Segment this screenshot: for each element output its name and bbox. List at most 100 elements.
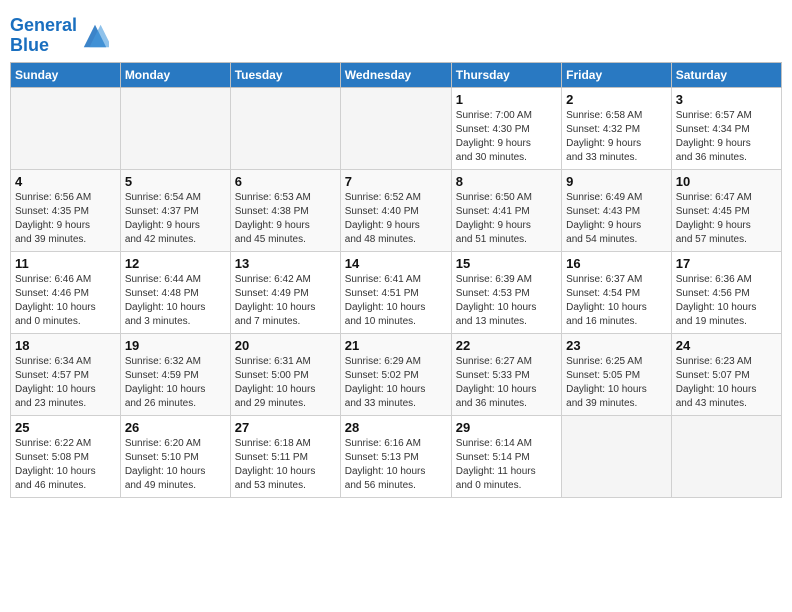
week-row-2: 4 Sunrise: 6:56 AM Sunset: 4:35 PM Daylig… bbox=[11, 169, 782, 251]
calendar-cell: 29Sunrise: 6:14 AM Sunset: 5:14 PM Dayli… bbox=[451, 415, 561, 497]
day-info: Sunrise: 6:20 AM Sunset: 5:10 PM Dayligh… bbox=[125, 437, 226, 493]
day-info: Sunrise: 6:37 AM Sunset: 4:54 PM Dayligh… bbox=[566, 273, 667, 329]
logo-text: GeneralBlue bbox=[10, 16, 77, 56]
day-info: Sunrise: 6:53 AM Sunset: 4:38 PM Dayligh… bbox=[235, 191, 336, 247]
col-header-wednesday: Wednesday bbox=[340, 62, 451, 87]
day-number: 27 bbox=[235, 420, 336, 435]
day-info: Sunrise: 6:50 AM Sunset: 4:41 PM Dayligh… bbox=[456, 191, 557, 247]
day-info: Sunrise: 6:34 AM Sunset: 4:57 PM Dayligh… bbox=[15, 355, 116, 411]
calendar-cell bbox=[11, 87, 121, 169]
day-number: 18 bbox=[15, 338, 116, 353]
calendar-table: SundayMondayTuesdayWednesdayThursdayFrid… bbox=[10, 62, 782, 498]
day-number: 4 bbox=[15, 174, 116, 189]
day-number: 14 bbox=[345, 256, 447, 271]
day-info: Sunrise: 6:27 AM Sunset: 5:33 PM Dayligh… bbox=[456, 355, 557, 411]
day-info: Sunrise: 6:52 AM Sunset: 4:40 PM Dayligh… bbox=[345, 191, 447, 247]
day-info: Sunrise: 6:49 AM Sunset: 4:43 PM Dayligh… bbox=[566, 191, 667, 247]
day-number: 13 bbox=[235, 256, 336, 271]
calendar-cell: 9Sunrise: 6:49 AM Sunset: 4:43 PM Daylig… bbox=[562, 169, 672, 251]
week-row-4: 18 Sunrise: 6:34 AM Sunset: 4:57 PM Dayli… bbox=[11, 333, 782, 415]
day-number: 21 bbox=[345, 338, 447, 353]
calendar-cell: 22 Sunrise: 6:27 AM Sunset: 5:33 PM Dayli… bbox=[451, 333, 561, 415]
day-info: Sunrise: 6:23 AM Sunset: 5:07 PM Dayligh… bbox=[676, 355, 777, 411]
day-info: Sunrise: 6:18 AM Sunset: 5:11 PM Dayligh… bbox=[235, 437, 336, 493]
col-header-tuesday: Tuesday bbox=[230, 62, 340, 87]
col-header-friday: Friday bbox=[562, 62, 672, 87]
day-number: 1 bbox=[456, 92, 557, 107]
calendar-cell: 20 Sunrise: 6:31 AM Sunset: 5:00 PM Dayli… bbox=[230, 333, 340, 415]
day-info: Sunrise: 6:58 AM Sunset: 4:32 PM Dayligh… bbox=[566, 109, 667, 165]
col-header-saturday: Saturday bbox=[671, 62, 781, 87]
col-header-thursday: Thursday bbox=[451, 62, 561, 87]
day-info: Sunrise: 6:54 AM Sunset: 4:37 PM Dayligh… bbox=[125, 191, 226, 247]
col-header-monday: Monday bbox=[120, 62, 230, 87]
calendar-cell: 19 Sunrise: 6:32 AM Sunset: 4:59 PM Dayli… bbox=[120, 333, 230, 415]
day-number: 17 bbox=[676, 256, 777, 271]
day-info: Sunrise: 6:57 AM Sunset: 4:34 PM Dayligh… bbox=[676, 109, 777, 165]
week-row-1: 1 Sunrise: 7:00 AM Sunset: 4:30 PM Daylig… bbox=[11, 87, 782, 169]
calendar-cell: 7 Sunrise: 6:52 AM Sunset: 4:40 PM Daylig… bbox=[340, 169, 451, 251]
day-number: 6 bbox=[235, 174, 336, 189]
day-info: Sunrise: 6:44 AM Sunset: 4:48 PM Dayligh… bbox=[125, 273, 226, 329]
calendar-cell: 26 Sunrise: 6:20 AM Sunset: 5:10 PM Dayli… bbox=[120, 415, 230, 497]
calendar-cell bbox=[671, 415, 781, 497]
week-row-3: 11 Sunrise: 6:46 AM Sunset: 4:46 PM Dayli… bbox=[11, 251, 782, 333]
day-number: 8 bbox=[456, 174, 557, 189]
calendar-cell: 17 Sunrise: 6:36 AM Sunset: 4:56 PM Dayli… bbox=[671, 251, 781, 333]
calendar-cell: 28 Sunrise: 6:16 AM Sunset: 5:13 PM Dayli… bbox=[340, 415, 451, 497]
calendar-cell: 6 Sunrise: 6:53 AM Sunset: 4:38 PM Daylig… bbox=[230, 169, 340, 251]
day-number: 29 bbox=[456, 420, 557, 435]
day-number: 22 bbox=[456, 338, 557, 353]
day-number: 26 bbox=[125, 420, 226, 435]
day-info: Sunrise: 6:31 AM Sunset: 5:00 PM Dayligh… bbox=[235, 355, 336, 411]
day-number: 20 bbox=[235, 338, 336, 353]
day-number: 10 bbox=[676, 174, 777, 189]
logo: GeneralBlue bbox=[10, 16, 109, 56]
calendar-cell bbox=[120, 87, 230, 169]
calendar-cell: 27 Sunrise: 6:18 AM Sunset: 5:11 PM Dayli… bbox=[230, 415, 340, 497]
day-info: Sunrise: 7:00 AM Sunset: 4:30 PM Dayligh… bbox=[456, 109, 557, 165]
day-number: 12 bbox=[125, 256, 226, 271]
day-number: 28 bbox=[345, 420, 447, 435]
day-info: Sunrise: 6:56 AM Sunset: 4:35 PM Dayligh… bbox=[15, 191, 116, 247]
calendar-cell: 1 Sunrise: 7:00 AM Sunset: 4:30 PM Daylig… bbox=[451, 87, 561, 169]
calendar-cell: 11 Sunrise: 6:46 AM Sunset: 4:46 PM Dayli… bbox=[11, 251, 121, 333]
day-info: Sunrise: 6:29 AM Sunset: 5:02 PM Dayligh… bbox=[345, 355, 447, 411]
week-row-5: 25Sunrise: 6:22 AM Sunset: 5:08 PM Dayli… bbox=[11, 415, 782, 497]
page-header: GeneralBlue bbox=[10, 10, 782, 56]
calendar-cell: 5 Sunrise: 6:54 AM Sunset: 4:37 PM Daylig… bbox=[120, 169, 230, 251]
calendar-cell: 16 Sunrise: 6:37 AM Sunset: 4:54 PM Dayli… bbox=[562, 251, 672, 333]
calendar-cell: 24 Sunrise: 6:23 AM Sunset: 5:07 PM Dayli… bbox=[671, 333, 781, 415]
day-number: 7 bbox=[345, 174, 447, 189]
calendar-cell: 2Sunrise: 6:58 AM Sunset: 4:32 PM Daylig… bbox=[562, 87, 672, 169]
day-number: 11 bbox=[15, 256, 116, 271]
calendar-cell: 25Sunrise: 6:22 AM Sunset: 5:08 PM Dayli… bbox=[11, 415, 121, 497]
day-number: 5 bbox=[125, 174, 226, 189]
day-info: Sunrise: 6:39 AM Sunset: 4:53 PM Dayligh… bbox=[456, 273, 557, 329]
calendar-cell: 3 Sunrise: 6:57 AM Sunset: 4:34 PM Daylig… bbox=[671, 87, 781, 169]
calendar-cell: 14Sunrise: 6:41 AM Sunset: 4:51 PM Dayli… bbox=[340, 251, 451, 333]
calendar-header-row: SundayMondayTuesdayWednesdayThursdayFrid… bbox=[11, 62, 782, 87]
calendar-cell: 21 Sunrise: 6:29 AM Sunset: 5:02 PM Dayli… bbox=[340, 333, 451, 415]
calendar-cell: 8 Sunrise: 6:50 AM Sunset: 4:41 PM Daylig… bbox=[451, 169, 561, 251]
day-number: 25 bbox=[15, 420, 116, 435]
calendar-cell: 18 Sunrise: 6:34 AM Sunset: 4:57 PM Dayli… bbox=[11, 333, 121, 415]
calendar-cell: 13Sunrise: 6:42 AM Sunset: 4:49 PM Dayli… bbox=[230, 251, 340, 333]
calendar-cell: 10 Sunrise: 6:47 AM Sunset: 4:45 PM Dayli… bbox=[671, 169, 781, 251]
calendar-cell: 23Sunrise: 6:25 AM Sunset: 5:05 PM Dayli… bbox=[562, 333, 672, 415]
day-number: 3 bbox=[676, 92, 777, 107]
day-info: Sunrise: 6:16 AM Sunset: 5:13 PM Dayligh… bbox=[345, 437, 447, 493]
day-info: Sunrise: 6:36 AM Sunset: 4:56 PM Dayligh… bbox=[676, 273, 777, 329]
day-info: Sunrise: 6:47 AM Sunset: 4:45 PM Dayligh… bbox=[676, 191, 777, 247]
calendar-cell bbox=[340, 87, 451, 169]
day-number: 24 bbox=[676, 338, 777, 353]
day-info: Sunrise: 6:25 AM Sunset: 5:05 PM Dayligh… bbox=[566, 355, 667, 411]
col-header-sunday: Sunday bbox=[11, 62, 121, 87]
day-info: Sunrise: 6:32 AM Sunset: 4:59 PM Dayligh… bbox=[125, 355, 226, 411]
day-number: 16 bbox=[566, 256, 667, 271]
day-number: 19 bbox=[125, 338, 226, 353]
calendar-cell: 15 Sunrise: 6:39 AM Sunset: 4:53 PM Dayli… bbox=[451, 251, 561, 333]
day-number: 15 bbox=[456, 256, 557, 271]
day-info: Sunrise: 6:46 AM Sunset: 4:46 PM Dayligh… bbox=[15, 273, 116, 329]
logo-icon bbox=[81, 22, 109, 50]
